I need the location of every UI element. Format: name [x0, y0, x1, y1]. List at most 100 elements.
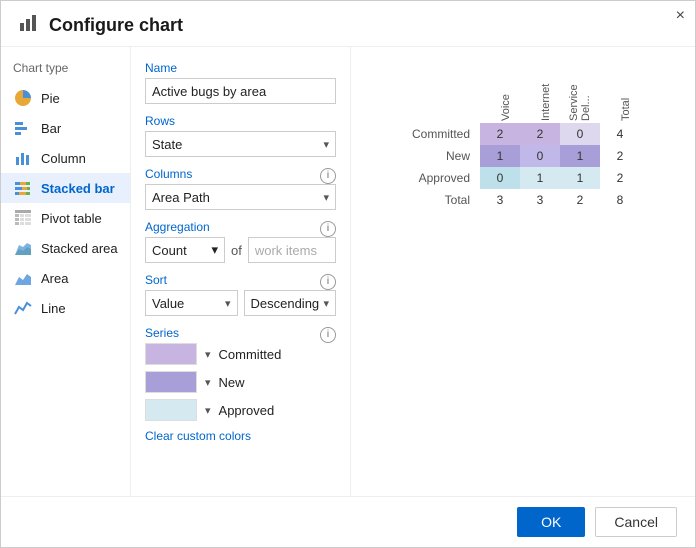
dialog-title: Configure chart	[49, 15, 183, 36]
column-icon	[13, 148, 33, 168]
chart-col-total: Total	[600, 63, 640, 123]
chart-preview: Voice Internet Service Del... Total Comm…	[351, 47, 695, 496]
chart-type-panel: Chart type Pie	[1, 47, 131, 496]
aggregation-label: Aggregation	[145, 220, 210, 234]
cell-approved-voice: 0	[480, 167, 520, 189]
cancel-button[interactable]: Cancel	[595, 507, 677, 537]
rows-field-group: Rows State ▾	[145, 114, 336, 157]
sort-info-icon[interactable]: i	[320, 274, 336, 290]
aggregation-info-icon[interactable]: i	[320, 221, 336, 237]
close-button[interactable]: ×	[676, 7, 685, 25]
rows-select[interactable]: State ▾	[145, 131, 336, 157]
sort-row: Value ▾ Descending ▾	[145, 290, 336, 316]
dialog-body: Chart type Pie	[1, 47, 695, 496]
series-item-committed: ▾ Committed	[145, 343, 336, 365]
pivot-table-icon	[13, 208, 33, 228]
dialog-footer: OK Cancel	[1, 496, 695, 547]
chart-type-stacked-area[interactable]: Stacked area	[1, 233, 130, 263]
aggregation-row: Count ▾ of work items	[145, 237, 336, 263]
chart-type-column[interactable]: Column	[1, 143, 130, 173]
config-panel: Name Rows State ▾ Columns i Area Path	[131, 47, 351, 496]
columns-info-icon[interactable]: i	[320, 168, 336, 184]
series-info-icon[interactable]: i	[320, 327, 336, 343]
chart-type-area[interactable]: Area	[1, 263, 130, 293]
aggregation-of-text: of	[231, 243, 242, 258]
series-color-committed[interactable]	[145, 343, 197, 365]
cell-committed-service: 0	[560, 123, 600, 145]
cell-new-total: 2	[600, 145, 640, 167]
series-label: Series	[145, 326, 179, 340]
table-row: Committed 2 2 0 4	[406, 123, 640, 145]
sort-value-chevron-icon: ▾	[225, 297, 231, 310]
series-expand-committed-icon[interactable]: ▾	[205, 348, 211, 361]
series-color-new[interactable]	[145, 371, 197, 393]
chart-type-stacked-bar[interactable]: Stacked bar	[1, 173, 130, 203]
cell-committed-internet: 2	[520, 123, 560, 145]
row-label-approved: Approved	[406, 167, 480, 189]
series-item-approved: ▾ Approved	[145, 399, 336, 421]
chart-type-area-label: Area	[41, 271, 68, 286]
clear-colors-link[interactable]: Clear custom colors	[145, 429, 251, 443]
chart-col-voice: Voice	[480, 63, 520, 123]
name-input[interactable]	[145, 78, 336, 104]
columns-label: Columns	[145, 167, 192, 181]
cell-committed-voice: 2	[480, 123, 520, 145]
series-color-approved[interactable]	[145, 399, 197, 421]
table-row: Approved 0 1 1 2	[406, 167, 640, 189]
chart-empty-header	[406, 63, 480, 123]
series-name-new: New	[219, 375, 245, 390]
row-label-committed: Committed	[406, 123, 480, 145]
dialog-header: Configure chart	[1, 1, 695, 47]
chart-preview-table: Voice Internet Service Del... Total Comm…	[406, 63, 640, 211]
rows-label: Rows	[145, 114, 336, 128]
chart-type-column-label: Column	[41, 151, 86, 166]
configure-chart-dialog: × Configure chart Chart type	[0, 0, 696, 548]
columns-field-group: Columns i Area Path ▾	[145, 167, 336, 210]
ok-button[interactable]: OK	[517, 507, 585, 537]
area-icon	[13, 268, 33, 288]
cell-approved-total: 2	[600, 167, 640, 189]
rows-value: State	[152, 137, 182, 152]
series-expand-approved-icon[interactable]: ▾	[205, 404, 211, 417]
pie-icon	[13, 88, 33, 108]
aggregation-field-group: Aggregation i Count ▾ of work items	[145, 220, 336, 263]
line-icon	[13, 298, 33, 318]
aggregation-value: Count	[152, 243, 187, 258]
sort-direction-select[interactable]: Descending ▾	[244, 290, 337, 316]
series-expand-new-icon[interactable]: ▾	[205, 376, 211, 389]
chart-icon	[19, 13, 39, 38]
name-label: Name	[145, 61, 336, 75]
chart-type-line[interactable]: Line	[1, 293, 130, 323]
columns-select[interactable]: Area Path ▾	[145, 184, 336, 210]
name-field-group: Name	[145, 61, 336, 104]
chart-type-pivot-table[interactable]: Pivot table	[1, 203, 130, 233]
chart-type-bar[interactable]: Bar	[1, 113, 130, 143]
chart-col-internet: Internet	[520, 63, 560, 123]
cell-new-internet: 0	[520, 145, 560, 167]
cell-approved-service: 1	[560, 167, 600, 189]
columns-chevron-icon: ▾	[323, 191, 329, 204]
cell-total-service: 2	[560, 189, 600, 211]
columns-value: Area Path	[152, 190, 210, 205]
aggregation-chevron-icon: ▾	[211, 242, 218, 258]
table-row-total: Total 3 3 2 8	[406, 189, 640, 211]
series-item-new: ▾ New	[145, 371, 336, 393]
chart-col-service: Service Del...	[560, 63, 600, 123]
bar-icon	[13, 118, 33, 138]
cell-committed-total: 4	[600, 123, 640, 145]
aggregation-field: work items	[248, 237, 336, 263]
table-row: New 1 0 1 2	[406, 145, 640, 167]
row-label-new: New	[406, 145, 480, 167]
cell-approved-internet: 1	[520, 167, 560, 189]
chart-type-label: Chart type	[1, 61, 130, 83]
sort-value-select[interactable]: Value ▾	[145, 290, 238, 316]
stacked-area-icon	[13, 238, 33, 258]
cell-new-service: 1	[560, 145, 600, 167]
chart-type-pie-label: Pie	[41, 91, 60, 106]
sort-label: Sort	[145, 273, 167, 287]
series-name-committed: Committed	[219, 347, 282, 362]
chart-type-pie[interactable]: Pie	[1, 83, 130, 113]
aggregation-select[interactable]: Count ▾	[145, 237, 225, 263]
chart-type-line-label: Line	[41, 301, 66, 316]
stacked-bar-icon	[13, 178, 33, 198]
